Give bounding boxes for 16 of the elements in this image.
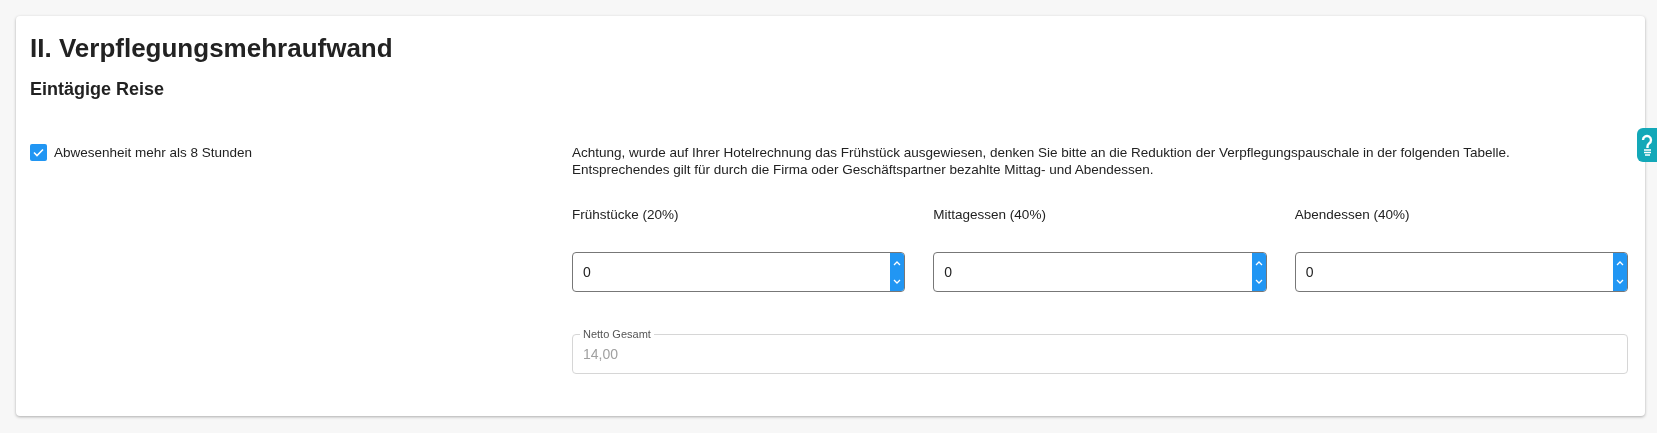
spinner-icon[interactable] (890, 253, 905, 291)
field-label: Frühstücke (20%) (572, 206, 680, 224)
subsection-title: Eintägige Reise (30, 78, 166, 101)
number-field[interactable]: 0 (572, 252, 906, 292)
help-bulb-icon[interactable] (1637, 128, 1657, 162)
field-label: Mittagessen (40%) (933, 206, 1047, 224)
spinner-icon[interactable] (1251, 253, 1266, 291)
notice-text: Achtung, wurde auf Ihrer Hotelrechnung das Frühstück ausgewiesen, denken Sie bitte an die Reduktion der Verpflegungspauschale in der folgenden Tabelle. Entsprechendes gilt für durch die Firma oder Geschäftspartner bezahlte Mittag- und Abendessen. (572, 144, 1511, 178)
section-title: II. Verpflegungsmehraufwand (30, 33, 394, 63)
number-field[interactable]: 0 (933, 252, 1267, 292)
checkbox-label: Abwesenheit mehr als 8 Stunden (54, 144, 253, 162)
spinner-icon[interactable] (1613, 253, 1627, 291)
checkbox[interactable] (30, 144, 47, 161)
field-label: Abendessen (40%) (1294, 206, 1411, 224)
number-field[interactable]: 0 (1294, 252, 1628, 292)
check-icon (32, 146, 45, 159)
